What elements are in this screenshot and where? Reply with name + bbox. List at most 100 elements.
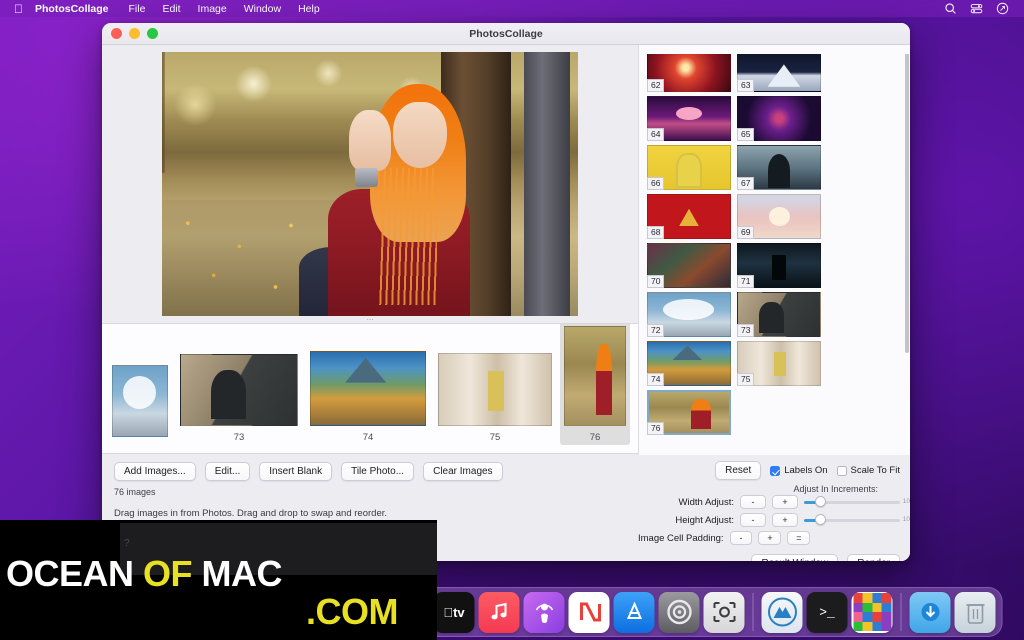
grid-cell[interactable]: 66 (647, 145, 731, 190)
reset-button[interactable]: Reset (715, 461, 762, 480)
dock-icon-downloads-folder[interactable] (909, 591, 951, 633)
preview-face (392, 102, 447, 169)
image-cell-padding-label: Image Cell Padding: (638, 532, 724, 544)
width-increment-slider[interactable]: 10 (804, 496, 910, 508)
menu-item-help[interactable]: Help (298, 3, 320, 15)
menu-item-app-name[interactable]: PhotosCollage (35, 3, 109, 15)
height-adjust-label: Height Adjust: (675, 514, 734, 526)
grid-cell[interactable]: 65 (737, 96, 821, 141)
result-window-button[interactable]: Result Window (751, 554, 839, 561)
watermark-line-2: .COM (306, 591, 399, 632)
image-count-label: 76 images (114, 487, 156, 497)
grid-cell[interactable]: 73 (737, 292, 821, 337)
grid-cell[interactable]: 69 (737, 194, 821, 239)
checkbox-box-unchecked[interactable] (836, 465, 847, 476)
apple-tv-label: tv (443, 604, 464, 620)
insert-blank-button[interactable]: Insert Blank (259, 462, 333, 481)
list-item[interactable] (108, 361, 172, 445)
grid-cell-label: 70 (647, 275, 665, 288)
thumbnail-image[interactable] (564, 325, 626, 426)
labels-on-checkbox[interactable]: Labels On (770, 465, 828, 476)
grid-cell[interactable]: 75 (737, 341, 821, 386)
dock-icon-screenshot[interactable] (703, 591, 745, 633)
thumbnail-label: 74 (362, 432, 374, 443)
width-minus-button[interactable]: - (740, 495, 766, 509)
grid-cell[interactable]: 70 (647, 243, 731, 288)
list-item[interactable]: 73 (176, 350, 302, 445)
width-adjust-label: Width Adjust: (678, 496, 734, 508)
width-plus-button[interactable]: + (772, 495, 798, 509)
slider-knob[interactable] (815, 514, 826, 525)
dock-separator (752, 593, 754, 631)
dock-icon-podcasts[interactable] (523, 591, 565, 633)
grid-cell-selected[interactable]: 76 (647, 390, 731, 435)
grid-cell-label: 73 (737, 324, 755, 337)
scale-to-fit-checkbox[interactable]: Scale To Fit (836, 465, 900, 476)
music-note-icon (491, 602, 506, 620)
dock-icon-news[interactable] (568, 591, 610, 633)
sidebar-scroll-area[interactable]: 62 63 64 65 66 67 68 69 70 71 72 73 74 7… (639, 45, 910, 435)
grid-cell[interactable]: 72 (647, 292, 731, 337)
grid-cell[interactable]: 68 (647, 194, 731, 239)
dock-icon-trash[interactable] (954, 591, 996, 633)
dock-icon-system-settings[interactable] (658, 591, 700, 633)
grid-cell[interactable]: 71 (737, 243, 821, 288)
list-item[interactable]: 74 (306, 347, 430, 445)
grid-cell-label: 66 (647, 177, 665, 190)
padding-plus-button[interactable]: + (758, 531, 782, 545)
grid-cell-label: 63 (737, 79, 755, 92)
thumbnail-image[interactable] (180, 354, 298, 426)
dock-icon-app[interactable] (761, 591, 803, 633)
thumbnail-image[interactable] (112, 365, 168, 437)
adjust-top-row: Reset Labels On Scale To Fit (638, 461, 900, 480)
height-plus-button[interactable]: + (772, 513, 798, 527)
siri-icon[interactable] (996, 2, 1009, 15)
search-icon[interactable] (944, 2, 957, 15)
list-item-selected[interactable]: 76 (560, 324, 630, 445)
thumbnail-image[interactable] (438, 353, 552, 426)
sidebar-top-clip (639, 45, 910, 54)
grid-cell[interactable]: 74 (647, 341, 731, 386)
height-minus-button[interactable]: - (740, 513, 766, 527)
render-button[interactable]: Render (847, 554, 900, 561)
thumbnail-image[interactable] (310, 351, 426, 426)
apple-menu-icon[interactable]:  (14, 3, 23, 15)
podcast-icon (535, 603, 553, 623)
menu-item-file[interactable]: File (129, 3, 146, 15)
download-arrow-icon (921, 603, 939, 621)
slider-max-label: 10 (902, 516, 910, 523)
checkbox-box-checked[interactable] (770, 465, 781, 476)
list-item[interactable]: 75 (434, 349, 556, 445)
dock-icon-music[interactable] (478, 591, 520, 633)
dock-icon-apple-tv[interactable]: tv (433, 591, 475, 633)
gear-icon (666, 599, 692, 625)
dock-icon-terminal[interactable]: >_ (806, 591, 848, 633)
action-button-row: Add Images... Edit... Insert Blank Tile … (114, 462, 626, 481)
splitter-handle[interactable]: ⋯ (359, 316, 381, 324)
padding-equals-button[interactable]: = (787, 531, 811, 545)
sidebar-scrollbar[interactable] (905, 53, 909, 353)
preview-photo[interactable] (162, 52, 578, 316)
height-increment-slider[interactable]: 10 (804, 514, 910, 526)
grid-cell[interactable]: 67 (737, 145, 821, 190)
edit-button[interactable]: Edit... (204, 462, 251, 481)
watermark-line-1: OCEAN OF MAC (6, 556, 283, 592)
preview-hand (349, 110, 391, 171)
menu-item-edit[interactable]: Edit (162, 3, 180, 15)
filmstrip[interactable]: 73 74 75 76 (102, 324, 638, 454)
grid-cell-label: 72 (647, 324, 665, 337)
tile-photo-button[interactable]: Tile Photo... (341, 462, 415, 481)
dock-icon-color-app[interactable] (851, 591, 893, 633)
thumbnail-label: 75 (489, 432, 501, 443)
dock-icon-app-store[interactable] (613, 591, 655, 633)
padding-minus-button[interactable]: - (729, 531, 753, 545)
control-center-icon[interactable] (970, 2, 983, 15)
slider-knob[interactable] (815, 496, 826, 507)
preview-pane[interactable]: ⋯ (102, 45, 638, 324)
clear-images-button[interactable]: Clear Images (423, 462, 503, 481)
window-titlebar[interactable]: PhotosCollage (102, 23, 910, 45)
menu-item-image[interactable]: Image (198, 3, 227, 15)
grid-cell[interactable]: 64 (647, 96, 731, 141)
menu-item-window[interactable]: Window (244, 3, 281, 15)
add-images-button[interactable]: Add Images... (114, 462, 196, 481)
